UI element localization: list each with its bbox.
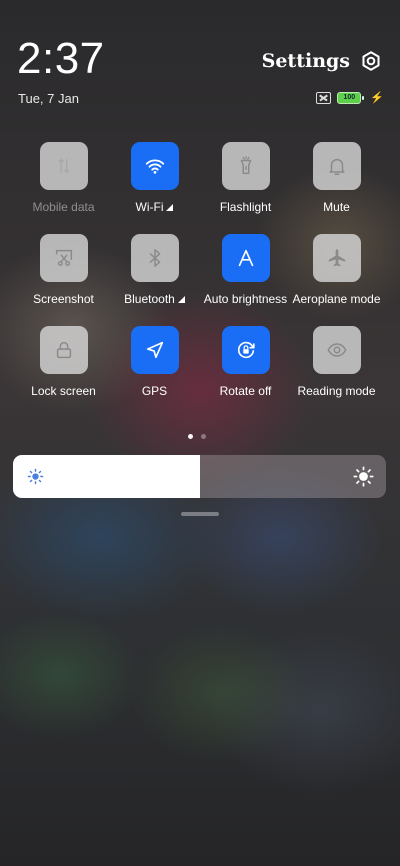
clock: 2:37: [17, 34, 105, 83]
page-dot[interactable]: [201, 434, 206, 439]
airplane-icon: [328, 249, 345, 267]
tile-label: Bluetooth: [124, 292, 175, 306]
tile-mobile-data[interactable]: Mobile data: [18, 142, 109, 214]
expand-triangle-icon[interactable]: [166, 203, 174, 211]
drag-handle[interactable]: [181, 512, 219, 516]
tile-button[interactable]: [39, 326, 88, 374]
eye-icon: [326, 343, 347, 357]
page-dot-active[interactable]: [188, 434, 193, 439]
tile-button[interactable]: [221, 142, 270, 190]
bell-icon: [328, 158, 345, 175]
tile-lock-screen[interactable]: Lock screen: [18, 326, 109, 398]
location-arrow-icon: [146, 341, 163, 359]
brightness-slider[interactable]: [13, 455, 386, 498]
tile-button[interactable]: [39, 142, 88, 190]
battery-icon: 100: [337, 91, 365, 104]
tile-rotate-off[interactable]: Rotate off: [200, 326, 291, 398]
sun-high-icon: [353, 466, 374, 487]
tile-button[interactable]: [130, 142, 179, 190]
tile-aeroplane-mode[interactable]: Aeroplane mode: [291, 234, 382, 306]
tile-reading-mode[interactable]: Reading mode: [291, 326, 382, 398]
battery-level: 100: [337, 91, 362, 104]
tile-label: Auto brightness: [203, 292, 288, 306]
tile-label: Screenshot: [33, 292, 94, 306]
tile-wifi[interactable]: Wi-Fi: [109, 142, 200, 214]
tile-screenshot[interactable]: Screenshot: [18, 234, 109, 306]
tile-button[interactable]: [312, 142, 361, 190]
charging-icon: ⚡: [370, 92, 384, 104]
tile-label: Flashlight: [219, 200, 272, 214]
tile-label: Mobile data: [32, 200, 95, 214]
sun-low-icon: [27, 468, 44, 485]
tile-label: Aeroplane mode: [292, 292, 381, 306]
tile-bluetooth[interactable]: Bluetooth: [109, 234, 200, 306]
tile-gps[interactable]: GPS: [109, 326, 200, 398]
date: Tue, 7 Jan: [18, 91, 79, 106]
rotation-lock-icon: [237, 341, 255, 359]
tile-auto-brightness[interactable]: Auto brightness: [200, 234, 291, 306]
tile-label: Lock screen: [31, 384, 96, 398]
tile-label: Rotate off: [219, 384, 272, 398]
auto-brightness-icon: [238, 249, 253, 267]
tile-button[interactable]: [39, 234, 88, 282]
tile-button[interactable]: [130, 326, 179, 374]
gear-icon: [362, 51, 380, 71]
quick-settings-grid: Mobile data Wi-Fi Flashlight Mute Screen…: [18, 142, 382, 398]
tile-button[interactable]: [312, 234, 361, 282]
no-sim-icon: [316, 91, 332, 104]
flashlight-icon: [240, 156, 251, 175]
tile-button[interactable]: [221, 234, 270, 282]
tile-button[interactable]: [312, 326, 361, 374]
bluetooth-icon: [149, 249, 160, 267]
status-icons: 100 ⚡: [316, 91, 384, 104]
wifi-icon: [145, 159, 164, 174]
tile-flashlight[interactable]: Flashlight: [200, 142, 291, 214]
settings-label: Settings: [261, 50, 350, 72]
tile-label: GPS: [141, 384, 168, 398]
tile-label: Mute: [323, 200, 350, 214]
expand-triangle-icon[interactable]: [177, 295, 185, 303]
tile-label: Wi-Fi: [135, 200, 164, 214]
tile-label: Reading mode: [297, 384, 376, 398]
screenshot-icon: [55, 249, 72, 267]
mobile-data-icon: [58, 158, 69, 174]
tile-button[interactable]: [221, 326, 270, 374]
tile-mute[interactable]: Mute: [291, 142, 382, 214]
settings-button[interactable]: Settings: [262, 50, 382, 72]
tile-button[interactable]: [130, 234, 179, 282]
lock-icon: [56, 341, 71, 359]
page-indicator: [188, 434, 206, 439]
